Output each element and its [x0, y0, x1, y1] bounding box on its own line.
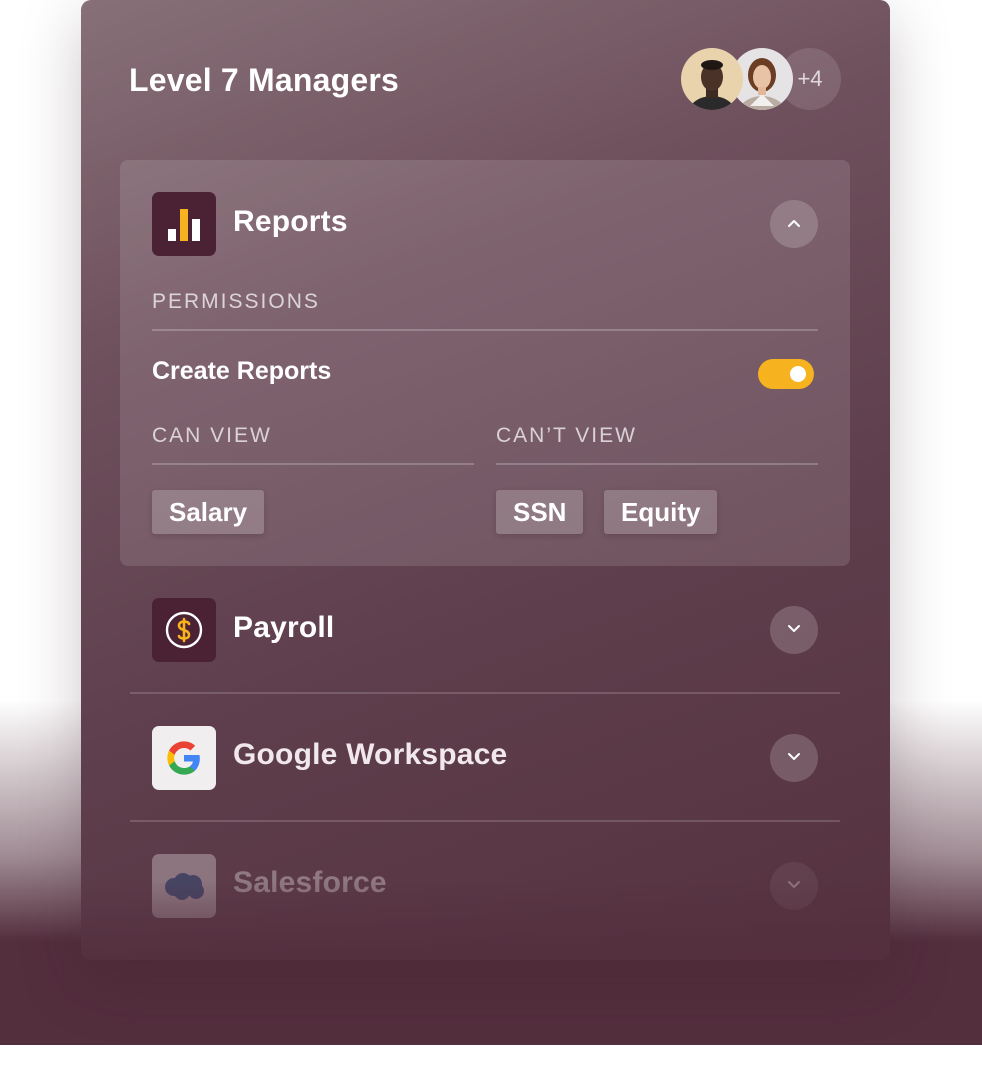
collapse-button-reports[interactable]: [770, 200, 818, 248]
panel-header: Level 7 Managers +4: [129, 48, 841, 112]
row-divider: [130, 820, 840, 822]
permission-group-panel: Level 7 Managers +4 Reports PERMISSIONS …: [81, 0, 890, 960]
cant-view-chip-equity[interactable]: Equity: [604, 490, 718, 534]
bar-chart-icon: [152, 192, 216, 256]
permission-create-reports-label: Create Reports: [152, 357, 332, 385]
expand-button-google-workspace[interactable]: [770, 734, 818, 782]
create-reports-toggle[interactable]: [758, 359, 814, 389]
permissions-label: PERMISSIONS: [152, 290, 320, 313]
app-title-payroll: Payroll: [233, 611, 335, 644]
panel-fade-overlay: [81, 880, 890, 960]
chevron-down-icon: [786, 621, 802, 639]
app-card-reports: Reports PERMISSIONS Create Reports CAN V…: [120, 160, 850, 566]
expand-button-payroll[interactable]: [770, 606, 818, 654]
cant-view-label: CAN’T VIEW: [496, 424, 637, 447]
cant-view-chip-ssn[interactable]: SSN: [496, 490, 584, 534]
chevron-down-icon: [786, 749, 802, 767]
can-view-divider: [152, 463, 474, 465]
member-avatars[interactable]: +4: [681, 48, 841, 112]
chevron-up-icon: [786, 215, 802, 233]
can-view-label: CAN VIEW: [152, 424, 272, 447]
cant-view-divider: [496, 463, 818, 465]
avatar-member-1[interactable]: [681, 48, 743, 110]
app-title-google-workspace: Google Workspace: [233, 738, 508, 771]
can-view-chip-salary[interactable]: Salary: [152, 490, 265, 534]
permissions-divider: [152, 329, 818, 331]
google-icon: [152, 726, 216, 790]
app-title-reports: Reports: [233, 205, 348, 238]
toggle-knob: [790, 366, 806, 382]
group-title: Level 7 Managers: [129, 62, 399, 98]
dollar-icon: [152, 598, 216, 662]
row-divider: [130, 692, 840, 694]
